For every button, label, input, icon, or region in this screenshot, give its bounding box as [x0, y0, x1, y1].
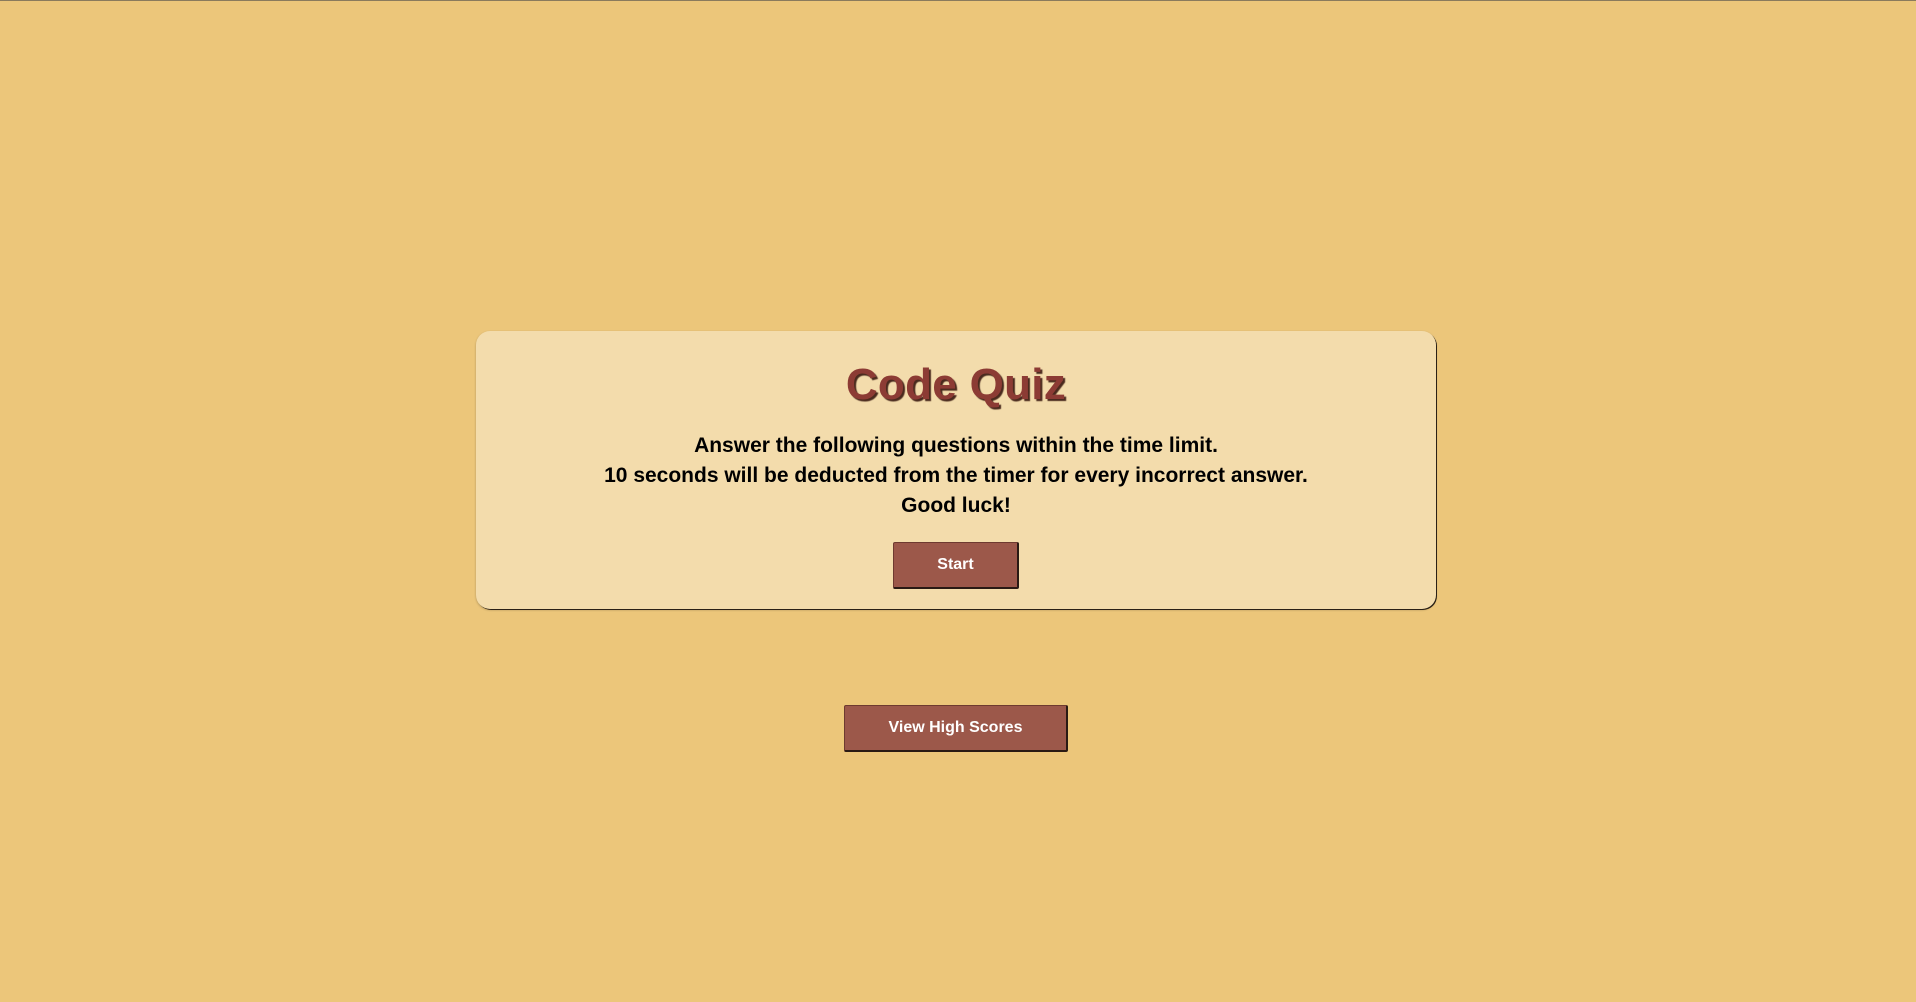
instruction-line: Good luck!	[901, 494, 1011, 517]
instruction-line: 10 seconds will be deducted from the tim…	[604, 464, 1308, 487]
quiz-instructions: Answer the following questions within th…	[476, 431, 1436, 521]
view-high-scores-button[interactable]: View High Scores	[844, 705, 1068, 752]
start-button[interactable]: Start	[893, 542, 1019, 589]
page-title: Code Quiz	[845, 360, 1067, 409]
quiz-intro-card: Code Quiz Answer the following questions…	[476, 331, 1436, 609]
instruction-line: Answer the following questions within th…	[694, 434, 1218, 457]
